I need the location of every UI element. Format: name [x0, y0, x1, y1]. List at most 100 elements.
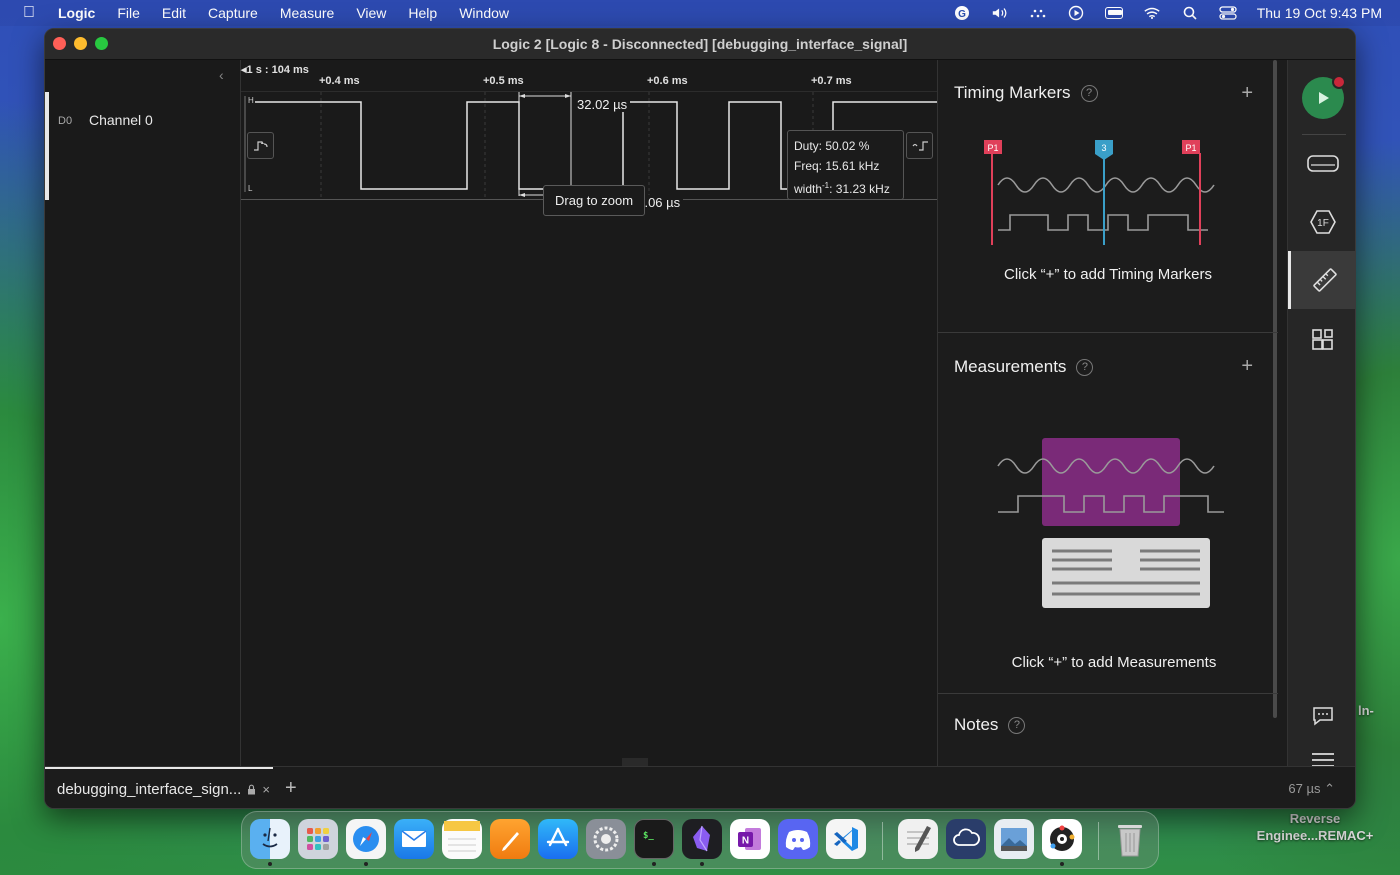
measurement-stats-box: Duty: 50.02 % Freq: 15.61 kHz width-1: 3… [787, 130, 904, 200]
pages-icon[interactable] [490, 819, 530, 859]
svg-text:G: G [958, 9, 966, 20]
app-store-icon[interactable] [538, 819, 578, 859]
timing-markers-title: Timing Markers [954, 83, 1071, 102]
svg-text:1F: 1F [1317, 218, 1329, 229]
help-icon[interactable]: ? [1008, 716, 1026, 734]
desktop-label-reverse[interactable]: Reverse Enginee...REMAC+ [1240, 810, 1390, 844]
menu-capture[interactable]: Capture [208, 5, 258, 21]
menu-measure[interactable]: Measure [280, 5, 334, 21]
resize-handle[interactable] [622, 758, 648, 766]
mail-icon[interactable] [394, 819, 434, 859]
marker-p1-right: P1 [1185, 143, 1196, 153]
chat-icon [1313, 707, 1333, 726]
search-icon[interactable] [1181, 6, 1199, 20]
finder-icon[interactable] [250, 819, 290, 859]
preview-icon[interactable] [994, 819, 1034, 859]
add-timing-marker-button[interactable]: + [1241, 82, 1253, 105]
zoom-window-button[interactable] [95, 37, 108, 50]
measurements-title: Measurements [954, 357, 1067, 376]
menu-edit[interactable]: Edit [162, 5, 186, 21]
prev-edge-button[interactable] [247, 132, 274, 159]
vscode-icon[interactable] [826, 819, 866, 859]
dock: $_ N [241, 811, 1159, 869]
add-measurement-button[interactable]: + [1241, 355, 1253, 378]
minimize-window-button[interactable] [74, 37, 87, 50]
channel-list: D0 Channel 0 [45, 60, 241, 766]
width-inv-prefix: width [794, 182, 823, 196]
analyzer-icon: 1F [1310, 210, 1336, 234]
title-bar: Logic 2 [Logic 8 - Disconnected] [debugg… [45, 29, 1355, 60]
grammarly-icon[interactable]: G [953, 6, 971, 20]
notes-header: Notes ? [954, 715, 1026, 735]
dots-grid-icon[interactable] [1029, 6, 1047, 20]
time-indicator-value: 67 µs [1288, 781, 1321, 796]
obsidian-icon[interactable] [682, 819, 722, 859]
measurements-header: Measurements ? [954, 357, 1094, 377]
menubar-clock[interactable]: Thu 19 Oct 9:43 PM [1257, 5, 1382, 21]
volume-icon[interactable] [991, 6, 1009, 20]
record-indicator-icon [1332, 75, 1346, 89]
channel-name[interactable]: Channel 0 [89, 112, 153, 128]
width-inv-number: : 31.23 kHz [829, 182, 890, 196]
timing-markers-tool-button[interactable] [1288, 251, 1355, 309]
discord-icon[interactable] [778, 819, 818, 859]
menu-view[interactable]: View [356, 5, 386, 21]
lock-icon [248, 784, 256, 795]
close-window-button[interactable] [53, 37, 66, 50]
marker-3: 3 [1101, 143, 1106, 153]
onenote-icon[interactable]: N [730, 819, 770, 859]
desktop-label-partial[interactable]: ln- [1358, 703, 1374, 718]
capture-view[interactable]: D0 Channel 0 ‹ ◂1 s : 104 ms +0.4 ms +0.… [45, 60, 937, 766]
timeline-origin-label: 1 s : 104 ms [246, 64, 309, 76]
menu-window[interactable]: Window [459, 5, 509, 21]
play-circle-icon[interactable] [1067, 5, 1085, 21]
menu-help[interactable]: Help [408, 5, 437, 21]
channel-high-label: H [248, 96, 254, 105]
script-editor-icon[interactable] [898, 819, 938, 859]
close-tab-icon[interactable]: × [262, 782, 270, 797]
battery-icon[interactable] [1104, 6, 1123, 20]
device-icon [1307, 155, 1339, 172]
analyzers-button[interactable]: 1F [1288, 193, 1355, 251]
help-icon[interactable]: ? [1080, 84, 1098, 102]
extensions-button[interactable] [1288, 311, 1355, 369]
control-center-icon[interactable] [1219, 6, 1237, 20]
channel-row-d0[interactable]: D0 Channel 0 [45, 92, 241, 200]
time-indicator[interactable]: 67 µs ⌃ [1288, 781, 1335, 797]
measurements-section: Measurements ? + Click “+” to add Measur… [938, 333, 1278, 693]
waveform-channel-0[interactable]: H L 32.02 µs 64.06 µs Drag to zoom Duty:… [241, 92, 937, 216]
notes-icon[interactable] [442, 819, 482, 859]
running-indicator [652, 862, 656, 866]
svg-text:N: N [742, 836, 749, 847]
chevron-left-icon[interactable]: ‹ [219, 67, 224, 83]
next-edge-button[interactable] [906, 132, 933, 159]
drag-to-zoom-tooltip: Drag to zoom [543, 185, 646, 216]
terminal-icon[interactable]: $_ [634, 819, 674, 859]
tab-capture[interactable]: debugging_interface_sign... × [45, 767, 273, 808]
device-settings-button[interactable] [1288, 135, 1355, 193]
system-settings-icon[interactable] [586, 819, 626, 859]
menu-file[interactable]: File [117, 5, 140, 21]
wifi-icon[interactable] [1143, 6, 1161, 20]
apple-menu-icon[interactable]:  [20, 4, 38, 22]
new-tab-button[interactable]: + [285, 777, 297, 800]
safari-icon[interactable] [346, 819, 386, 859]
dock-separator [882, 822, 883, 860]
feedback-button[interactable] [1288, 696, 1355, 736]
timeline-origin: ◂1 s : 104 ms [241, 64, 309, 76]
channel-id: D0 [58, 115, 73, 127]
marker-p1-left: P1 [987, 143, 998, 153]
cloud-app-icon[interactable] [946, 819, 986, 859]
davinci-resolve-icon[interactable] [1042, 819, 1082, 859]
help-icon[interactable]: ? [1076, 358, 1094, 376]
desktop-label-line2: Enginee...REMAC+ [1256, 828, 1374, 843]
running-indicator [364, 862, 368, 866]
timing-markers-illustration: P1 3 P1 [984, 140, 1215, 245]
trash-icon[interactable] [1110, 819, 1150, 859]
launchpad-icon[interactable] [298, 819, 338, 859]
menu-logic[interactable]: Logic [58, 5, 95, 21]
ruler-icon [1312, 268, 1337, 292]
timeline-ruler[interactable]: ‹ ◂1 s : 104 ms +0.4 ms +0.5 ms +0.6 ms … [219, 60, 937, 92]
duty-value: Duty: 50.02 % [794, 139, 870, 153]
running-indicator [1060, 862, 1064, 866]
